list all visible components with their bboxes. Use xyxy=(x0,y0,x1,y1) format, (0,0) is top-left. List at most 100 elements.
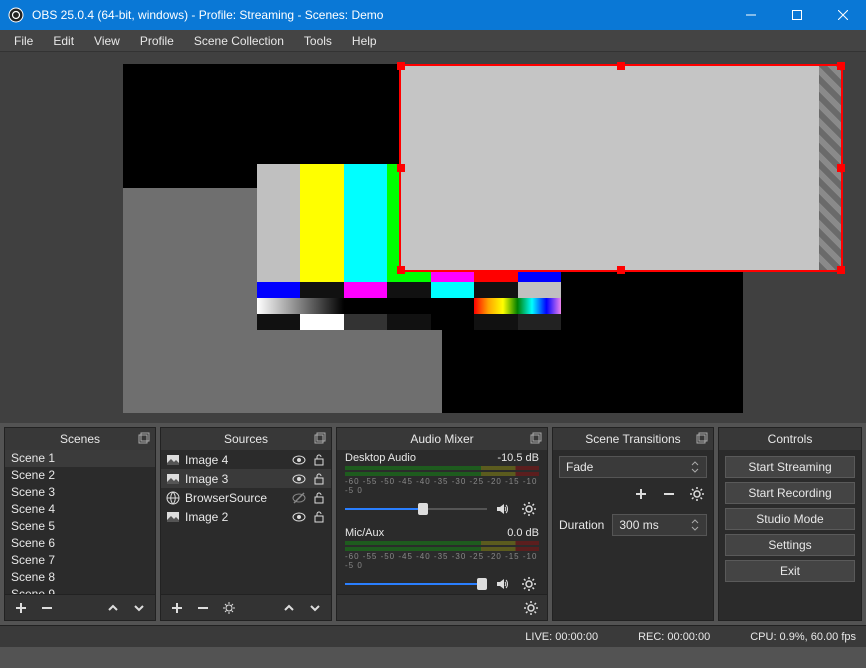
move-source-up-button[interactable] xyxy=(279,598,299,618)
mixer-body: Desktop Audio-10.5 dB -60 -55 -50 -45 -4… xyxy=(337,450,547,594)
move-source-down-button[interactable] xyxy=(305,598,325,618)
mixer-toolbar xyxy=(337,594,547,620)
remove-transition-button[interactable] xyxy=(659,484,679,504)
unlock-icon[interactable] xyxy=(311,490,327,506)
source-properties-button[interactable] xyxy=(219,598,239,618)
exit-button[interactable]: Exit xyxy=(725,560,855,582)
window-titlebar: OBS 25.0.4 (64-bit, windows) - Profile: … xyxy=(0,0,866,30)
selection-handle-sw[interactable] xyxy=(397,266,405,274)
channel-db: 0.0 dB xyxy=(507,527,539,539)
window-minimize-button[interactable] xyxy=(728,0,774,30)
gear-icon[interactable] xyxy=(519,574,539,594)
eye-icon[interactable] xyxy=(291,452,307,468)
move-scene-down-button[interactable] xyxy=(129,598,149,618)
scene-row[interactable]: Scene 5 xyxy=(5,518,155,535)
gear-icon[interactable] xyxy=(519,499,539,519)
settings-button[interactable]: Settings xyxy=(725,534,855,556)
unlock-icon[interactable] xyxy=(311,471,327,487)
remove-source-button[interactable] xyxy=(193,598,213,618)
dock-popout-icon[interactable] xyxy=(137,431,151,445)
menu-file[interactable]: File xyxy=(4,32,43,50)
eye-icon[interactable] xyxy=(291,471,307,487)
start-recording-button[interactable]: Start Recording xyxy=(725,482,855,504)
audio-mixer-dock: Audio Mixer Desktop Audio-10.5 dB -60 -5… xyxy=(336,427,548,621)
volume-slider[interactable] xyxy=(345,506,487,512)
dock-popout-icon[interactable] xyxy=(313,431,327,445)
start-streaming-button[interactable]: Start Streaming xyxy=(725,456,855,478)
menu-edit[interactable]: Edit xyxy=(43,32,84,50)
window-title: OBS 25.0.4 (64-bit, windows) - Profile: … xyxy=(32,8,383,22)
duration-spinbox[interactable]: 300 ms xyxy=(612,514,707,536)
scene-row[interactable]: Scene 8 xyxy=(5,569,155,586)
menu-scene-collection[interactable]: Scene Collection xyxy=(184,32,294,50)
scene-row[interactable]: Scene 9 xyxy=(5,586,155,594)
preview-canvas[interactable] xyxy=(123,64,743,413)
dock-popout-icon[interactable] xyxy=(695,431,709,445)
sources-list[interactable]: Image 4 Image 3 BrowserSource Image 2 xyxy=(161,450,331,594)
gear-icon[interactable] xyxy=(687,484,707,504)
speaker-icon[interactable] xyxy=(493,574,513,594)
dock-popout-icon[interactable] xyxy=(529,431,543,445)
dock-row: Scenes Scene 1 Scene 2 Scene 3 Scene 4 S… xyxy=(0,423,866,625)
duration-value: 300 ms xyxy=(619,518,658,532)
source-row[interactable]: Image 3 xyxy=(161,469,331,488)
transitions-dock: Scene Transitions Fade Duration 300 ms xyxy=(552,427,714,621)
scene-row[interactable]: Scene 7 xyxy=(5,552,155,569)
studio-mode-button[interactable]: Studio Mode xyxy=(725,508,855,530)
menu-tools[interactable]: Tools xyxy=(294,32,342,50)
selection-handle-nw[interactable] xyxy=(397,62,405,70)
audio-meter xyxy=(345,466,539,470)
window-maximize-button[interactable] xyxy=(774,0,820,30)
menu-bar: File Edit View Profile Scene Collection … xyxy=(0,30,866,52)
transitions-header: Scene Transitions xyxy=(553,428,713,450)
selection-box[interactable] xyxy=(399,64,843,272)
volume-slider[interactable] xyxy=(345,581,487,587)
scene-row[interactable]: Scene 1 xyxy=(5,450,155,467)
window-close-button[interactable] xyxy=(820,0,866,30)
transition-current: Fade xyxy=(566,460,593,474)
selection-handle-ne[interactable] xyxy=(837,62,845,70)
image-icon xyxy=(165,509,181,525)
menu-profile[interactable]: Profile xyxy=(130,32,184,50)
selection-handle-s[interactable] xyxy=(617,266,625,274)
selection-handle-e[interactable] xyxy=(837,164,845,172)
menu-view[interactable]: View xyxy=(84,32,130,50)
audio-meter xyxy=(345,472,539,476)
scene-row[interactable]: Scene 3 xyxy=(5,484,155,501)
scenes-header: Scenes xyxy=(5,428,155,450)
scene-row[interactable]: Scene 6 xyxy=(5,535,155,552)
gear-icon[interactable] xyxy=(521,598,541,618)
transition-select[interactable]: Fade xyxy=(559,456,707,478)
selection-handle-n[interactable] xyxy=(617,62,625,70)
source-row[interactable]: Image 4 xyxy=(161,450,331,469)
selection-handle-w[interactable] xyxy=(397,164,405,172)
scene-row[interactable]: Scene 2 xyxy=(5,467,155,484)
source-row[interactable]: BrowserSource xyxy=(161,488,331,507)
globe-icon xyxy=(165,490,181,506)
eye-icon[interactable] xyxy=(291,509,307,525)
unlock-icon[interactable] xyxy=(311,452,327,468)
sources-dock: Sources Image 4 Image 3 BrowserSource xyxy=(160,427,332,621)
audio-meter xyxy=(345,541,539,545)
source-row[interactable]: Image 2 xyxy=(161,507,331,526)
remove-scene-button[interactable] xyxy=(37,598,57,618)
add-source-button[interactable] xyxy=(167,598,187,618)
preview-area xyxy=(0,52,866,423)
selection-handle-se[interactable] xyxy=(837,266,845,274)
unlock-icon[interactable] xyxy=(311,509,327,525)
channel-name: Mic/Aux xyxy=(345,527,384,539)
scenes-list[interactable]: Scene 1 Scene 2 Scene 3 Scene 4 Scene 5 … xyxy=(5,450,155,594)
scene-row[interactable]: Scene 4 xyxy=(5,501,155,518)
add-scene-button[interactable] xyxy=(11,598,31,618)
sources-title: Sources xyxy=(224,432,268,446)
eye-off-icon[interactable] xyxy=(291,490,307,506)
mixer-channel: Desktop Audio-10.5 dB -60 -55 -50 -45 -4… xyxy=(337,450,547,525)
channel-name: Desktop Audio xyxy=(345,452,416,464)
menu-help[interactable]: Help xyxy=(342,32,387,50)
audio-meter xyxy=(345,547,539,551)
add-transition-button[interactable] xyxy=(631,484,651,504)
mixer-channel: Mic/Aux0.0 dB -60 -55 -50 -45 -40 -35 -3… xyxy=(337,525,547,594)
transitions-title: Scene Transitions xyxy=(585,432,680,446)
move-scene-up-button[interactable] xyxy=(103,598,123,618)
speaker-icon[interactable] xyxy=(493,499,513,519)
